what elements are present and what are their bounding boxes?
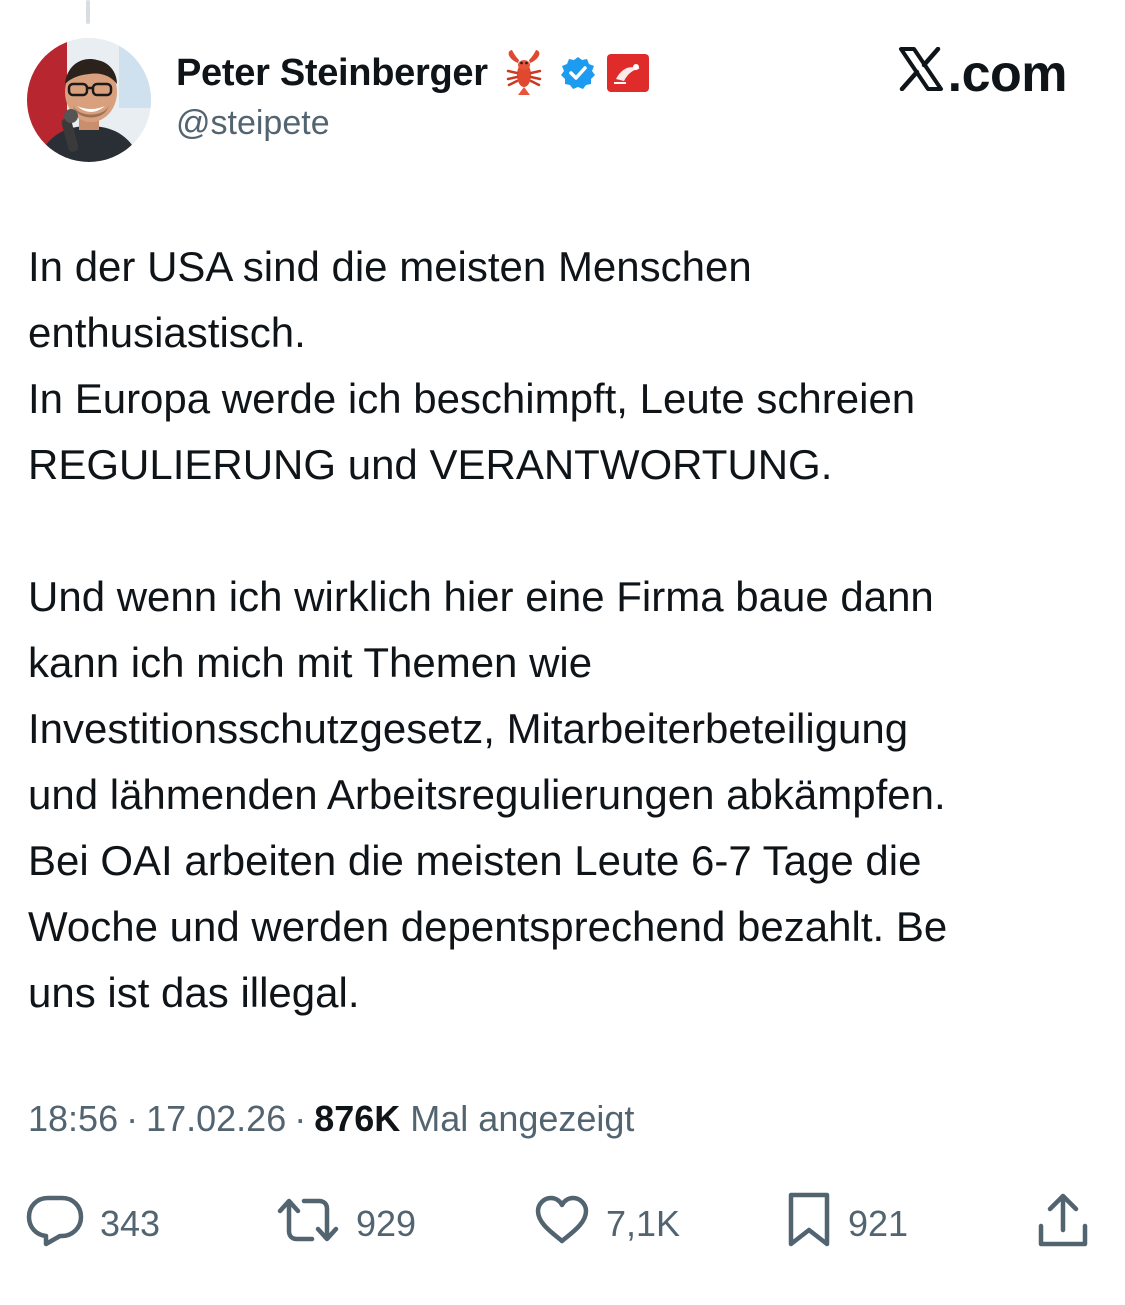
tweet-line: REGULIERUNG und VERANTWORTUNG. bbox=[28, 441, 833, 488]
tweet-line: Und wenn ich wirklich hier eine Firma ba… bbox=[28, 573, 934, 620]
tweet-line: In der USA sind die meisten Menschen bbox=[28, 243, 752, 290]
tweet-meta: 18:56 · 17.02.26 · 876K Mal angezeigt bbox=[28, 1098, 634, 1140]
tweet-line: In Europa werde ich beschimpft, Leute sc… bbox=[28, 375, 916, 422]
meta-separator: · bbox=[126, 1098, 139, 1139]
avatar[interactable] bbox=[27, 38, 151, 162]
repost-count: 929 bbox=[356, 1203, 417, 1244]
like-count: 7,1K bbox=[606, 1203, 681, 1244]
reply-count: 343 bbox=[100, 1203, 161, 1244]
thread-connector-line bbox=[86, 0, 90, 24]
tweet-line: uns ist das illegal. bbox=[28, 969, 360, 1016]
tweet-line: und lähmenden Arbeitsregulierungen abkäm… bbox=[28, 771, 946, 818]
x-logo-icon bbox=[898, 44, 944, 104]
tweet-date[interactable]: 17.02.26 bbox=[146, 1098, 286, 1140]
like-button[interactable]: 7,1K bbox=[534, 1194, 680, 1254]
tweet-line: Investitionsschutzgesetz, Mitarbeiterbet… bbox=[28, 705, 909, 752]
avatar-photo bbox=[27, 38, 151, 162]
tweet-paragraph: Und wenn ich wirklich hier eine Firma ba… bbox=[28, 564, 1103, 1026]
repost-icon bbox=[276, 1195, 340, 1254]
author-name-row: Peter Steinberger bbox=[176, 48, 650, 98]
site-label-text: .com bbox=[947, 45, 1068, 103]
repost-button[interactable]: 929 bbox=[276, 1194, 416, 1254]
bookmark-count: 921 bbox=[848, 1203, 909, 1244]
author-handle[interactable]: @steipete bbox=[176, 104, 330, 143]
author-display-name[interactable]: Peter Steinberger bbox=[176, 52, 488, 95]
affiliate-badge-icon[interactable] bbox=[606, 53, 650, 93]
tweet-line: Woche und werden depentsprechend bezahlt… bbox=[28, 903, 948, 950]
bookmark-button[interactable]: 921 bbox=[786, 1192, 909, 1257]
tweet-line: Bei OAI arbeiten die meisten Leute 6-7 T… bbox=[28, 837, 922, 884]
views-count[interactable]: 876K bbox=[314, 1098, 400, 1140]
reply-button[interactable]: 343 bbox=[26, 1194, 160, 1254]
heart-icon bbox=[534, 1195, 590, 1254]
tweet-time[interactable]: 18:56 bbox=[28, 1098, 118, 1140]
share-button[interactable] bbox=[1036, 1192, 1090, 1257]
lobster-emoji-icon bbox=[502, 49, 546, 97]
tweet-line: enthusiastisch. bbox=[28, 309, 306, 356]
tweet-paragraph: In der USA sind die meisten Menschen ent… bbox=[28, 234, 1103, 498]
site-label: .com bbox=[898, 44, 1068, 104]
meta-separator: · bbox=[294, 1098, 307, 1139]
share-icon bbox=[1036, 1192, 1090, 1257]
action-bar: 343 929 7,1K 921 bbox=[0, 1192, 1125, 1257]
verified-badge-icon[interactable] bbox=[560, 55, 596, 91]
tweet-line: kann ich mich mit Themen wie bbox=[28, 639, 593, 686]
reply-icon bbox=[26, 1193, 84, 1256]
tweet-text: In der USA sind die meisten Menschen ent… bbox=[28, 234, 1103, 1026]
bookmark-icon bbox=[786, 1192, 832, 1257]
views-label: Mal angezeigt bbox=[410, 1098, 635, 1139]
